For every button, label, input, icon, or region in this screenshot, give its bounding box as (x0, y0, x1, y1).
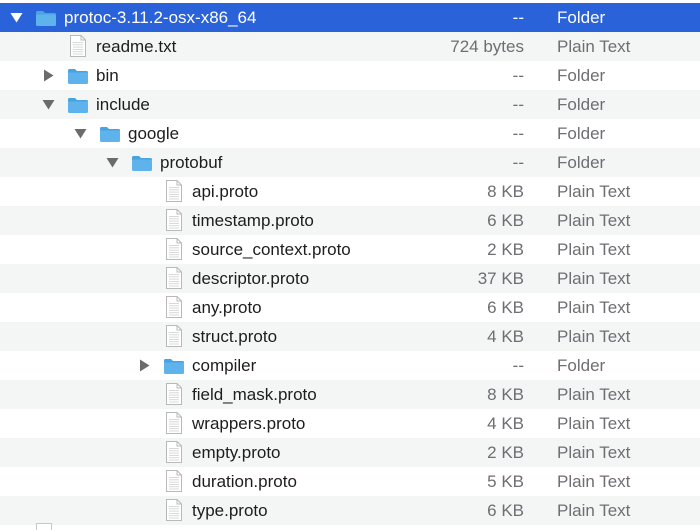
item-name: timestamp.proto (192, 211, 314, 230)
item-name: readme.txt (96, 37, 177, 56)
document-icon (165, 209, 183, 236)
item-kind: Plain Text (557, 240, 631, 259)
disclosure-triangle-down-icon[interactable] (104, 154, 120, 170)
file-row[interactable]: readme.txt 724 bytes Plain Text (0, 32, 700, 61)
disclosure-triangle-down-icon[interactable] (40, 96, 56, 112)
document-icon (165, 267, 183, 294)
item-name: include (96, 95, 150, 114)
item-name: any.proto (192, 298, 262, 317)
item-kind: Plain Text (557, 37, 631, 56)
file-row[interactable]: api.proto 8 KB Plain Text (0, 177, 700, 206)
file-row[interactable]: descriptor.proto 37 KB Plain Text (0, 264, 700, 293)
item-size: -- (512, 124, 524, 143)
item-size: 2 KB (487, 240, 524, 259)
item-name: struct.proto (192, 327, 278, 346)
item-name: descriptor.proto (192, 269, 310, 288)
disclosure-triangle-down-icon[interactable] (8, 9, 24, 25)
item-kind: Plain Text (557, 414, 631, 433)
folder-row[interactable]: protoc-3.11.2-osx-x86_64 -- Folder (0, 3, 700, 32)
folder-icon (99, 125, 121, 148)
item-kind: Plain Text (557, 472, 631, 491)
item-name: google (128, 124, 180, 143)
folder-row[interactable]: protobuf -- Folder (0, 148, 700, 177)
item-size: 4 KB (487, 327, 524, 346)
item-kind: Plain Text (557, 269, 631, 288)
item-size: -- (512, 153, 524, 172)
item-name: compiler (192, 356, 257, 375)
file-row[interactable]: struct.proto 4 KB Plain Text (0, 322, 700, 351)
item-name: duration.proto (192, 472, 297, 491)
item-size: 2 KB (487, 443, 524, 462)
item-size: 8 KB (487, 182, 524, 201)
file-row[interactable]: type.proto 6 KB Plain Text (0, 496, 700, 525)
document-icon (165, 180, 183, 207)
document-icon (165, 296, 183, 323)
disclosure-triangle-right-icon[interactable] (40, 67, 56, 83)
item-name: empty.proto (192, 443, 281, 462)
item-kind: Folder (557, 356, 606, 375)
item-kind: Folder (557, 95, 606, 114)
item-kind: Plain Text (557, 211, 631, 230)
item-size: 6 KB (487, 298, 524, 317)
item-name: api.proto (192, 182, 259, 201)
item-kind: Folder (557, 8, 606, 27)
disclosure-triangle-down-icon[interactable] (72, 125, 88, 141)
document-icon (69, 35, 87, 62)
item-kind: Folder (557, 153, 606, 172)
file-row[interactable]: wrappers.proto 4 KB Plain Text (0, 409, 700, 438)
item-size: 8 KB (487, 385, 524, 404)
document-icon (165, 325, 183, 352)
document-icon (165, 238, 183, 265)
item-size: 4 KB (487, 414, 524, 433)
item-size: 37 KB (477, 269, 524, 288)
folder-row[interactable]: compiler -- Folder (0, 351, 700, 380)
folder-row[interactable]: bin -- Folder (0, 61, 700, 90)
file-list: protoc-3.11.2-osx-x86_64 -- Folder readme.t… (0, 3, 700, 525)
folder-row[interactable]: include -- Folder (0, 90, 700, 119)
document-icon (165, 441, 183, 468)
folder-icon (131, 154, 153, 177)
folder-icon (163, 357, 185, 380)
file-row[interactable]: source_context.proto 2 KB Plain Text (0, 235, 700, 264)
item-size: -- (512, 95, 524, 114)
item-name: field_mask.proto (192, 385, 317, 404)
item-size: -- (512, 66, 524, 85)
item-name: protoc-3.11.2-osx-x86_64 (64, 8, 257, 27)
item-size: 6 KB (487, 501, 524, 520)
file-row[interactable]: any.proto 6 KB Plain Text (0, 293, 700, 322)
item-name: protobuf (160, 153, 223, 172)
item-kind: Plain Text (557, 443, 631, 462)
item-kind: Plain Text (557, 298, 631, 317)
item-kind: Plain Text (557, 501, 631, 520)
document-icon (165, 412, 183, 439)
item-name: bin (96, 66, 119, 85)
item-name: type.proto (192, 501, 268, 520)
folder-row[interactable]: google -- Folder (0, 119, 700, 148)
document-icon (165, 383, 183, 410)
disclosure-triangle-right-icon[interactable] (136, 357, 152, 373)
item-name: source_context.proto (192, 240, 351, 259)
item-size: 5 KB (487, 472, 524, 491)
file-row[interactable]: field_mask.proto 8 KB Plain Text (0, 380, 700, 409)
item-name: wrappers.proto (192, 414, 306, 433)
item-size: -- (512, 8, 524, 27)
folder-icon (67, 96, 89, 119)
document-icon (165, 470, 183, 497)
file-row[interactable]: empty.proto 2 KB Plain Text (0, 438, 700, 467)
item-kind: Plain Text (557, 385, 631, 404)
item-size: 724 bytes (450, 37, 524, 56)
file-row[interactable]: duration.proto 5 KB Plain Text (0, 467, 700, 496)
document-icon (165, 499, 183, 526)
item-kind: Folder (557, 66, 606, 85)
item-kind: Folder (557, 124, 606, 143)
item-kind: Plain Text (557, 327, 631, 346)
item-size: 6 KB (487, 211, 524, 230)
file-row[interactable]: timestamp.proto 6 KB Plain Text (0, 206, 700, 235)
item-size: -- (512, 356, 524, 375)
folder-icon (67, 67, 89, 90)
folder-icon (35, 9, 57, 32)
item-kind: Plain Text (557, 182, 631, 201)
